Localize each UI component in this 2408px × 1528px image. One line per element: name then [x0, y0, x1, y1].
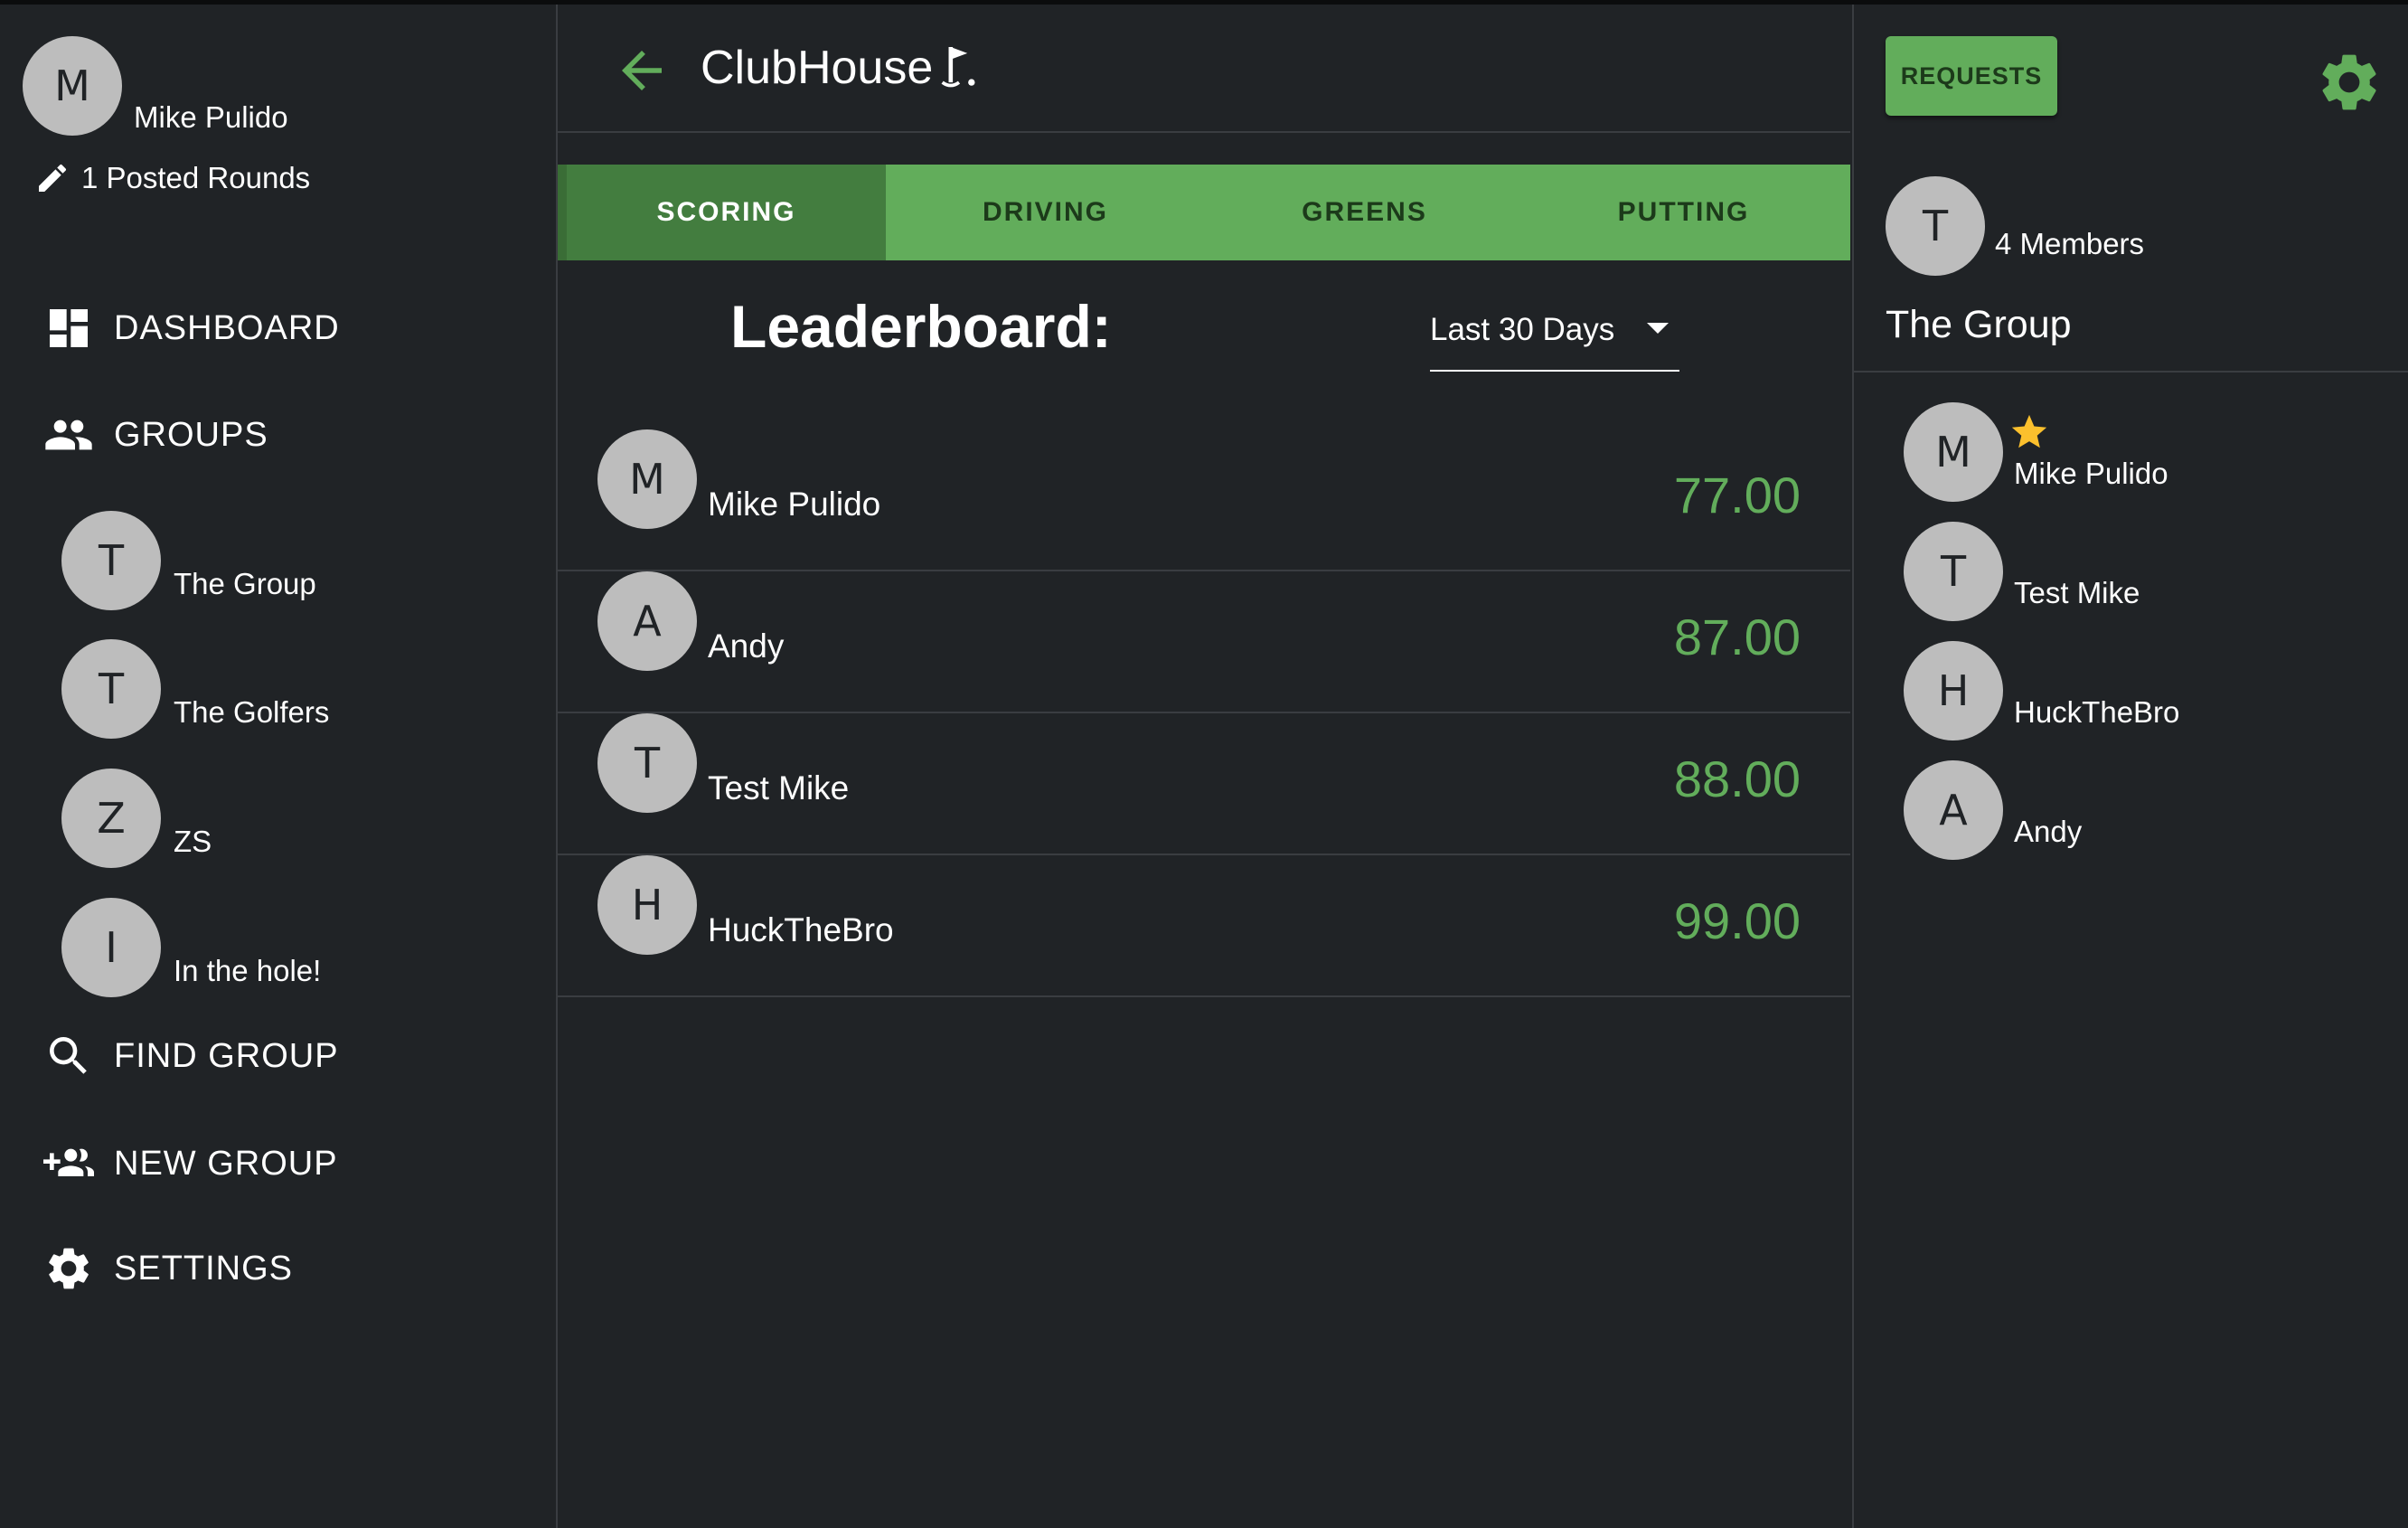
- player-name: Test Mike: [708, 769, 850, 806]
- nav-new-group-label: NEW GROUP: [114, 1144, 338, 1183]
- people-icon: [45, 420, 92, 450]
- player-name: Mike Pulido: [708, 486, 881, 523]
- dashboard-icon: [50, 309, 88, 347]
- sidebar-group-the-golfers[interactable]: T The Golfers: [61, 639, 531, 748]
- member-name: Andy: [2014, 815, 2083, 848]
- nav-dashboard-label: DASHBOARD: [114, 308, 340, 347]
- group-label: The Golfers: [174, 695, 330, 729]
- profile-name: Mike Pulido: [134, 100, 288, 134]
- back-arrow-icon[interactable]: [612, 41, 672, 100]
- player-score: 77.00: [1673, 467, 1801, 523]
- group-avatar: T: [1886, 176, 1985, 276]
- leaderboard-row[interactable]: A Andy 87.00: [558, 571, 1850, 713]
- star-icon: [2011, 414, 2047, 448]
- nav-dashboard[interactable]: DASHBOARD: [43, 303, 340, 354]
- group-label: The Group: [174, 567, 316, 600]
- pencil-icon: [39, 164, 67, 192]
- tab-greens[interactable]: GREENS: [1205, 165, 1524, 260]
- player-avatar: M: [597, 429, 697, 529]
- main-content: ClubHouse SCORING DRIVING GREENS PUTTING…: [558, 5, 1850, 1528]
- group-label: ZS: [174, 825, 212, 858]
- nav-find-group-label: FIND GROUP: [114, 1036, 339, 1075]
- member-name: Test Mike: [2014, 576, 2140, 609]
- group-add-icon: [43, 1148, 94, 1176]
- nav-settings[interactable]: SETTINGS: [43, 1243, 293, 1294]
- tab-driving[interactable]: DRIVING: [886, 165, 1205, 260]
- sidebar-group-the-group[interactable]: T The Group: [61, 511, 531, 619]
- app-title: ClubHouse: [701, 41, 980, 95]
- group-panel: REQUESTS T 4 Members The Group M Mike Pu…: [1852, 5, 2408, 1528]
- app-title-text: ClubHouse: [701, 42, 934, 94]
- golf-flag-icon: [941, 47, 975, 88]
- sidebar: M Mike Pulido 1 Posted Rounds DASHBOARD …: [0, 5, 558, 1528]
- member-item[interactable]: H HuckTheBro: [1904, 641, 2374, 745]
- period-select[interactable]: Last 30 Days: [1430, 303, 1679, 372]
- member-item[interactable]: M Mike Pulido: [1904, 402, 2374, 506]
- tab-putting[interactable]: PUTTING: [1524, 165, 1843, 260]
- requests-button[interactable]: REQUESTS: [1886, 36, 2057, 116]
- player-score: 99.00: [1673, 892, 1801, 949]
- member-avatar: H: [1904, 641, 2003, 740]
- search-icon: [50, 1037, 87, 1074]
- player-name: Andy: [708, 627, 785, 665]
- nav-groups-label: GROUPS: [114, 415, 268, 454]
- leaderboard-row[interactable]: T Test Mike 88.00: [558, 713, 1850, 855]
- divider: [1854, 371, 2408, 373]
- member-name: HuckTheBro: [2014, 695, 2180, 729]
- group-settings-gear-icon[interactable]: [2315, 48, 2384, 117]
- member-avatar: A: [1904, 760, 2003, 860]
- member-avatar: T: [1904, 522, 2003, 621]
- player-score: 88.00: [1673, 750, 1801, 807]
- player-avatar: A: [597, 571, 697, 671]
- posted-rounds-label: 1 Posted Rounds: [81, 161, 311, 194]
- group-avatar: Z: [61, 769, 161, 868]
- tab-scoring[interactable]: SCORING: [558, 165, 886, 260]
- member-name: Mike Pulido: [2014, 457, 2168, 490]
- member-item[interactable]: T Test Mike: [1904, 522, 2374, 626]
- leaderboard-row[interactable]: H HuckTheBro 99.00: [558, 855, 1850, 997]
- posted-rounds[interactable]: 1 Posted Rounds: [34, 160, 310, 196]
- group-avatar: T: [61, 511, 161, 610]
- player-avatar: H: [597, 855, 697, 955]
- dropdown-caret-icon: [1647, 323, 1669, 334]
- nav-find-group[interactable]: FIND GROUP: [43, 1031, 339, 1081]
- player-avatar: T: [597, 713, 697, 813]
- member-item[interactable]: A Andy: [1904, 760, 2374, 864]
- app-header: ClubHouse: [558, 5, 1850, 133]
- member-avatar: M: [1904, 402, 2003, 502]
- group-avatar: T: [61, 639, 161, 739]
- gear-icon: [49, 1248, 89, 1289]
- nav-new-group[interactable]: NEW GROUP: [43, 1138, 338, 1189]
- sidebar-group-in-the-hole[interactable]: I In the hole!: [61, 898, 531, 1006]
- profile-avatar[interactable]: M: [23, 36, 122, 136]
- sidebar-group-zs[interactable]: Z ZS: [61, 769, 531, 877]
- group-name: The Group: [1886, 303, 2072, 346]
- player-score: 87.00: [1673, 608, 1801, 665]
- nav-groups[interactable]: GROUPS: [43, 410, 268, 460]
- leaderboard-row[interactable]: M Mike Pulido 77.00: [558, 429, 1850, 571]
- group-avatar: I: [61, 898, 161, 997]
- leaderboard-title: Leaderboard:: [730, 293, 1112, 360]
- group-label: In the hole!: [174, 954, 322, 987]
- player-name: HuckTheBro: [708, 911, 894, 948]
- nav-settings-label: SETTINGS: [114, 1249, 294, 1287]
- period-select-value: Last 30 Days: [1430, 312, 1615, 347]
- members-count: 4 Members: [1995, 227, 2145, 260]
- stat-tabs: SCORING DRIVING GREENS PUTTING: [558, 165, 1850, 260]
